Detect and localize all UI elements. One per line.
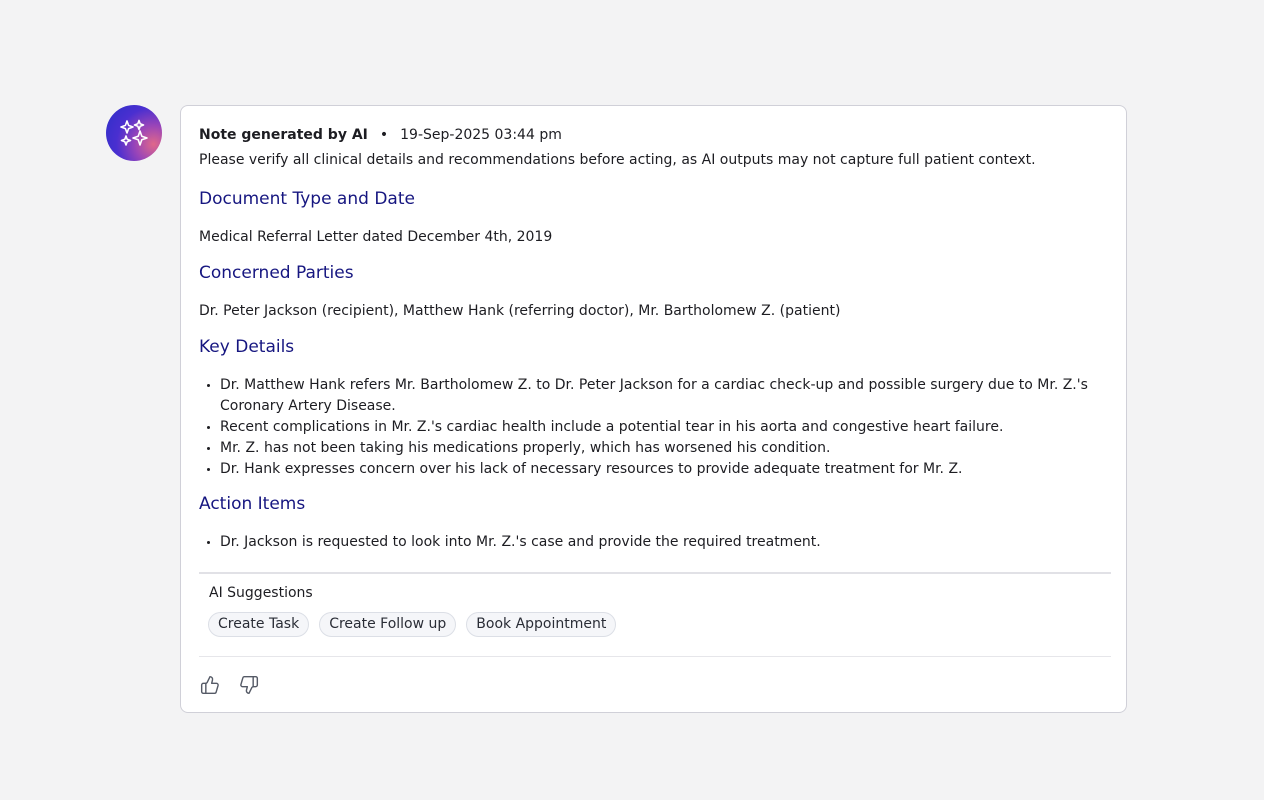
section-title-key-details: Key Details: [199, 337, 295, 357]
ai-avatar: [106, 105, 162, 161]
thumbs-up-icon: [200, 675, 219, 695]
document-type-text: Medical Referral Letter dated December 4…: [199, 229, 553, 245]
section-title-concerned-parties: Concerned Parties: [199, 263, 354, 283]
list-item: Recent complications in Mr. Z.'s cardiac…: [199, 417, 1111, 438]
ai-disclaimer: Please verify all clinical details and r…: [199, 152, 1036, 168]
dislike-button[interactable]: [237, 673, 261, 697]
list-item: Mr. Z. has not been taking his medicatio…: [199, 438, 1111, 459]
create-follow-up-button[interactable]: Create Follow up: [319, 612, 457, 637]
thumbs-down-icon: [240, 675, 259, 695]
note-header: Note generated by AI • 19-Sep-2025 03:44 p…: [199, 125, 562, 145]
suggestion-chips: Create Task Create Follow up Book Appoin…: [208, 612, 617, 637]
section-title-document-type: Document Type and Date: [199, 189, 415, 209]
action-items-list: Dr. Jackson is requested to look into Mr…: [199, 532, 1111, 553]
section-title-action-items: Action Items: [199, 494, 306, 514]
feedback-divider: [199, 656, 1111, 657]
ai-note-card: Note generated by AI • 19-Sep-2025 03:44 p…: [180, 105, 1127, 713]
sparkles-icon: [120, 119, 148, 146]
suggestions-divider: [199, 572, 1111, 574]
note-timestamp: 19-Sep-2025 03:44 pm: [400, 127, 562, 143]
book-appointment-button[interactable]: Book Appointment: [466, 612, 617, 637]
header-separator: •: [379, 127, 389, 143]
list-item: Dr. Matthew Hank refers Mr. Bartholomew …: [199, 375, 1111, 417]
key-details-list: Dr. Matthew Hank refers Mr. Bartholomew …: [199, 375, 1111, 480]
list-item: Dr. Hank expresses concern over his lack…: [199, 459, 1111, 480]
note-generated-label: Note generated by AI: [199, 127, 368, 143]
list-item: Dr. Jackson is requested to look into Mr…: [199, 532, 1111, 553]
ai-suggestions-title: AI Suggestions: [209, 585, 313, 601]
create-task-button[interactable]: Create Task: [208, 612, 310, 637]
like-button[interactable]: [198, 673, 222, 697]
concerned-parties-text: Dr. Peter Jackson (recipient), Matthew H…: [199, 303, 841, 319]
